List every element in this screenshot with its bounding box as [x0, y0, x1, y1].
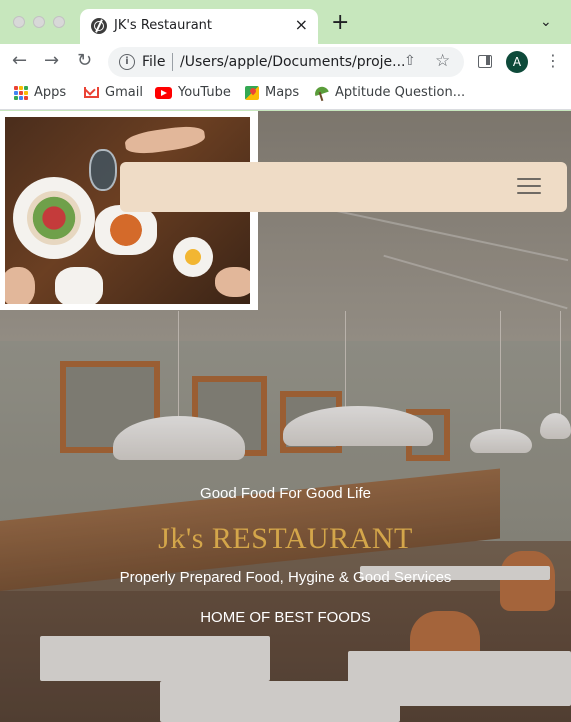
tab-strip: JK's Restaurant × + ⌄	[0, 0, 571, 44]
page-viewport: Good Food For Good Life Jk's RESTAURANT …	[0, 111, 571, 722]
back-button[interactable]: ←	[12, 50, 27, 72]
side-panel-icon[interactable]	[478, 55, 492, 68]
maps-icon	[245, 85, 259, 100]
bookmark-gmail[interactable]: Gmail	[84, 85, 143, 105]
url-divider	[172, 53, 173, 71]
url-path[interactable]: /Users/apple/Documents/proje...	[180, 54, 405, 70]
plate	[95, 205, 157, 255]
info-icon[interactable]: i	[119, 54, 135, 70]
bookmarks-bar: Apps Gmail YouTube Maps Aptitude Questio…	[0, 80, 571, 110]
bookmark-aptitude[interactable]: Aptitude Question...	[313, 85, 465, 105]
toolbar: ← → ↻ i File /Users/apple/Documents/proj…	[0, 44, 571, 80]
hero-cta: HOME OF BEST FOODS	[200, 609, 371, 626]
window-zoom-button[interactable]	[53, 16, 65, 28]
apps-grid-icon	[14, 85, 28, 100]
browser-window: JK's Restaurant × + ⌄ ← → ↻ i File /User…	[0, 0, 571, 722]
tab-search-chevron-icon[interactable]: ⌄	[540, 14, 552, 30]
aptitude-icon	[313, 86, 329, 100]
new-tab-button[interactable]: +	[331, 12, 349, 34]
hamburger-menu-icon[interactable]	[517, 178, 541, 196]
tab-active[interactable]: JK's Restaurant ×	[80, 9, 318, 44]
kebab-menu-icon[interactable]: ⋮	[545, 50, 561, 72]
globe-icon	[91, 18, 107, 34]
hand	[5, 267, 35, 304]
hand	[215, 267, 250, 297]
bookmark-youtube[interactable]: YouTube	[155, 85, 231, 105]
glass	[89, 149, 117, 191]
forward-button[interactable]: →	[44, 50, 59, 72]
youtube-icon	[155, 86, 172, 99]
hero-subtitle: Properly Prepared Food, Hygine & Good Se…	[119, 569, 452, 586]
reload-button[interactable]: ↻	[77, 50, 92, 72]
brand-title: Jk's RESTAURANT	[158, 522, 413, 555]
bookmark-maps[interactable]: Maps	[245, 85, 299, 105]
hero-tagline: Good Food For Good Life	[200, 485, 371, 502]
profile-avatar[interactable]: A	[506, 51, 528, 73]
gmail-icon	[84, 87, 99, 98]
address-bar[interactable]: i File /Users/apple/Documents/proje... ⇧…	[108, 47, 464, 77]
egg-plate	[173, 237, 213, 277]
navbar	[120, 162, 567, 212]
url-scheme: File	[142, 54, 166, 70]
hand	[123, 123, 207, 157]
plate	[13, 177, 95, 259]
window-close-button[interactable]	[13, 16, 25, 28]
window-minimize-button[interactable]	[33, 16, 45, 28]
tab-title: JK's Restaurant	[114, 18, 213, 33]
share-icon[interactable]: ⇧	[404, 53, 416, 69]
tab-close-icon[interactable]: ×	[295, 15, 308, 34]
bookmark-star-icon[interactable]: ☆	[435, 51, 450, 71]
bookmark-apps[interactable]: Apps	[14, 85, 66, 105]
bowl	[55, 267, 103, 304]
